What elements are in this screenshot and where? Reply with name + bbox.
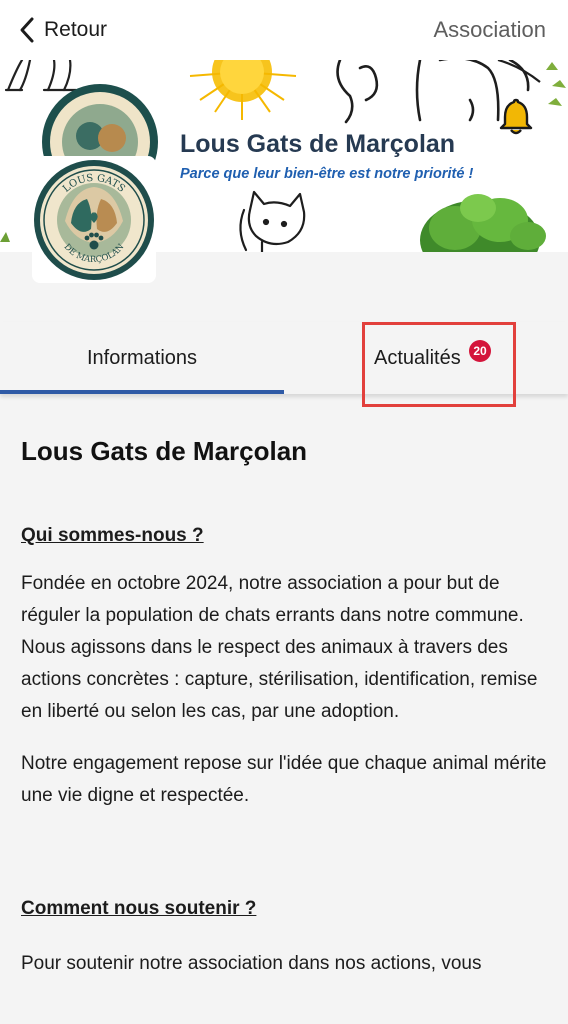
top-bar: Retour Association — [0, 0, 568, 60]
banner-tagline: Parce que leur bien-être est notre prior… — [180, 166, 474, 182]
tab-informations[interactable]: Informations — [0, 322, 284, 394]
tab-informations-label: Informations — [86, 346, 198, 369]
association-logo: LOUS GATS DE MARÇOLAN — [32, 156, 156, 283]
section-title-support: Comment nous soutenir ? — [21, 898, 257, 919]
notification-button[interactable] — [494, 94, 538, 138]
news-count-badge: 20 — [469, 340, 491, 362]
page-title: Association — [433, 17, 546, 42]
cat-illustration — [239, 190, 306, 252]
back-button[interactable]: Retour — [18, 16, 107, 44]
chevron-left-icon — [20, 17, 34, 43]
section-title-who: Qui sommes-nous ? — [21, 525, 204, 546]
back-label: Retour — [44, 18, 108, 41]
tab-actualites-label: Actualités — [374, 347, 461, 369]
section-who-paragraph-1: Fondée en octobre 2024, notre associatio… — [21, 573, 538, 722]
tree-illustration — [420, 194, 546, 252]
info-content: Lous Gats de Marçolan Qui sommes-nous ? … — [21, 436, 551, 980]
section-who-paragraph-2: Notre engagement repose sur l'idée que c… — [21, 753, 547, 806]
section-support-paragraph: Pour soutenir notre association dans nos… — [21, 953, 482, 974]
tab-bar: Informations Actualités 20 — [0, 322, 568, 394]
banner-title: Lous Gats de Marçolan — [180, 130, 456, 158]
association-name-heading: Lous Gats de Marçolan — [21, 436, 308, 466]
sun-illustration — [189, 60, 297, 120]
logo-seal: LOUS GATS DE MARÇOLAN — [34, 159, 154, 280]
tab-actualites[interactable]: Actualités 20 — [284, 322, 568, 394]
bell-icon — [499, 98, 533, 135]
